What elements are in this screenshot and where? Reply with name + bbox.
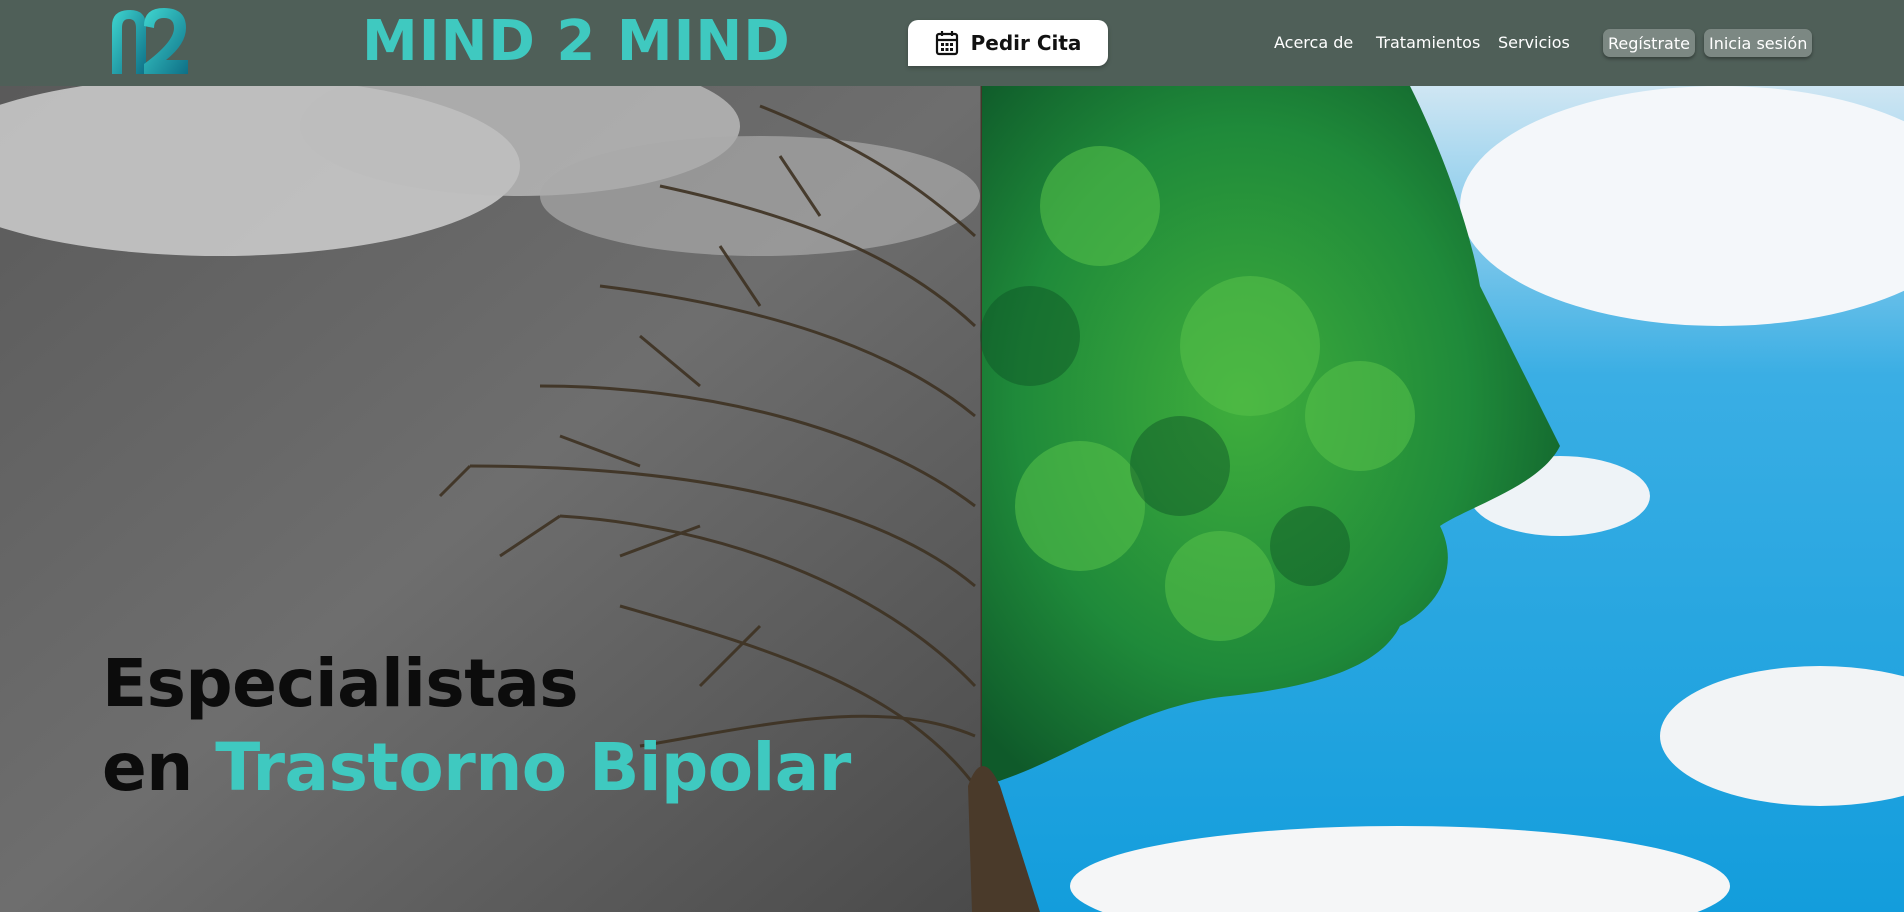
nav-treatments[interactable]: Tratamientos [1376, 33, 1480, 52]
hero-headline-line2: en Trastorno Bipolar [102, 726, 851, 810]
nav-about[interactable]: Acerca de [1274, 33, 1353, 52]
hero-headline: Especialistas en Trastorno Bipolar [102, 642, 851, 810]
register-button[interactable]: Regístrate [1603, 29, 1695, 57]
m2-logo[interactable] [108, 4, 192, 76]
hero-section: Especialistas en Trastorno Bipolar [0, 86, 1904, 912]
calendar-icon [935, 31, 958, 56]
nav-services[interactable]: Servicios [1498, 33, 1570, 52]
login-button[interactable]: Inicia sesión [1704, 29, 1813, 57]
book-appointment-label: Pedir Cita [970, 31, 1082, 55]
site-header: MIND 2 MIND Pedir Cita Acerca de Tratami… [0, 0, 1904, 86]
book-appointment-button[interactable]: Pedir Cita [908, 20, 1108, 66]
hero-headline-accent: Trastorno Bipolar [215, 729, 851, 806]
brand-title: MIND 2 MIND [362, 9, 791, 74]
hero-headline-prefix: en [102, 729, 193, 806]
hero-headline-line1: Especialistas [102, 645, 579, 722]
